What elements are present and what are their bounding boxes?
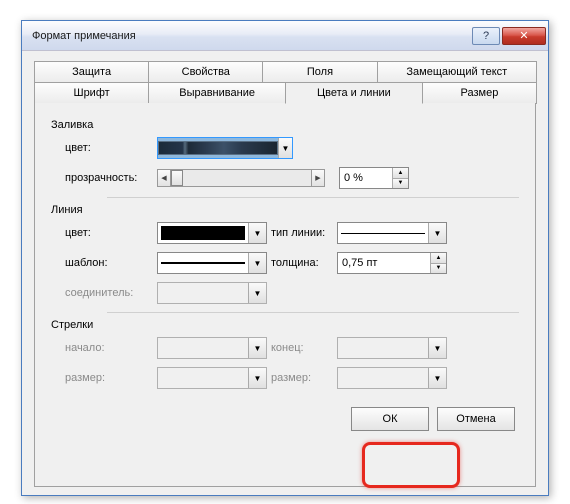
spin-down-icon[interactable]: ▼ bbox=[392, 179, 408, 189]
tab-properties[interactable]: Свойства bbox=[148, 61, 263, 83]
chevron-down-icon: ▼ bbox=[428, 223, 446, 243]
arrows-group-label: Стрелки bbox=[51, 319, 519, 331]
titlebar: Формат примечания ? ✕ bbox=[22, 21, 548, 51]
arrow-end-combo: ▼ bbox=[337, 337, 447, 359]
fill-color-combo[interactable]: ▼ bbox=[157, 137, 293, 159]
chevron-down-icon: ▼ bbox=[248, 338, 266, 358]
line-type-label: тип линии: bbox=[267, 227, 337, 239]
transparency-slider[interactable]: ◀ ▶ bbox=[157, 169, 325, 187]
line-color-label: цвет: bbox=[65, 227, 157, 239]
line-type-combo[interactable]: ▼ bbox=[337, 222, 447, 244]
chevron-down-icon: ▼ bbox=[248, 368, 266, 388]
ok-button[interactable]: ОК bbox=[351, 407, 429, 431]
line-color-swatch bbox=[161, 226, 245, 240]
slider-track[interactable] bbox=[171, 169, 311, 187]
spin-up-icon[interactable]: ▲ bbox=[430, 253, 446, 264]
line-pattern-label: шаблон: bbox=[65, 257, 157, 269]
fill-group-label: Заливка bbox=[51, 119, 519, 131]
fill-transparency-label: прозрачность: bbox=[65, 172, 157, 184]
tab-size[interactable]: Размер bbox=[422, 82, 537, 104]
arrow-begin-label: начало: bbox=[65, 342, 157, 354]
fill-texture-preview bbox=[158, 141, 278, 155]
line-thickness-label: толщина: bbox=[267, 257, 337, 269]
help-button[interactable]: ? bbox=[472, 27, 500, 45]
fill-transparency-row: прозрачность: ◀ ▶ ▲▼ bbox=[51, 167, 519, 189]
chevron-down-icon: ▼ bbox=[248, 253, 266, 273]
slider-thumb[interactable] bbox=[171, 170, 183, 186]
line-color-combo[interactable]: ▼ bbox=[157, 222, 267, 244]
fill-color-label: цвет: bbox=[65, 142, 157, 154]
slider-left-button[interactable]: ◀ bbox=[157, 169, 171, 187]
line-color-row: цвет: ▼ тип линии: ▼ bbox=[51, 222, 519, 244]
arrow-end-label: конец: bbox=[267, 342, 337, 354]
fill-color-swatch bbox=[158, 138, 278, 158]
tabs: Защита Свойства Поля Замещающий текст Шр… bbox=[34, 61, 536, 103]
arrow-size2-combo: ▼ bbox=[337, 367, 447, 389]
transparency-input[interactable] bbox=[340, 168, 392, 188]
dialog-title: Формат примечания bbox=[32, 30, 472, 42]
line-group-label: Линия bbox=[51, 204, 519, 216]
screenshot-area: Формат примечания ? ✕ Защита Свойства По… bbox=[0, 0, 570, 504]
chevron-down-icon: ▼ bbox=[428, 338, 446, 358]
tab-protection[interactable]: Защита bbox=[34, 61, 149, 83]
line-connector-row: соединитель: ▼ bbox=[51, 282, 519, 304]
line-connector-label: соединитель: bbox=[65, 287, 157, 299]
dialog: Формат примечания ? ✕ Защита Свойства По… bbox=[21, 20, 549, 496]
line-type-preview bbox=[341, 233, 425, 234]
transparency-spinner[interactable]: ▲▼ bbox=[339, 167, 409, 189]
arrow-begin-row: начало: ▼ конец: ▼ bbox=[51, 337, 519, 359]
thickness-spinner[interactable]: ▲▼ bbox=[337, 252, 447, 274]
close-button[interactable]: ✕ bbox=[502, 27, 546, 45]
slider-right-button[interactable]: ▶ bbox=[311, 169, 325, 187]
thickness-input[interactable] bbox=[338, 253, 430, 273]
tab-colors-lines[interactable]: Цвета и линии bbox=[285, 82, 423, 104]
tab-panel: Заливка цвет: ▼ прозрачность: ◀ ▶ bbox=[34, 103, 536, 487]
tab-row-1: Защита Свойства Поля Замещающий текст bbox=[34, 61, 536, 82]
divider bbox=[107, 312, 519, 313]
line-pattern-row: шаблон: ▼ толщина: ▲▼ bbox=[51, 252, 519, 274]
line-connector-combo: ▼ bbox=[157, 282, 267, 304]
chevron-down-icon: ▼ bbox=[278, 138, 292, 158]
dialog-body: Защита Свойства Поля Замещающий текст Шр… bbox=[22, 51, 548, 495]
dialog-footer: ОК Отмена bbox=[51, 397, 519, 441]
tab-row-2: Шрифт Выравнивание Цвета и линии Размер bbox=[34, 82, 536, 103]
divider bbox=[107, 197, 519, 198]
close-icon: ✕ bbox=[519, 29, 528, 42]
tab-alignment[interactable]: Выравнивание bbox=[148, 82, 286, 104]
chevron-down-icon: ▼ bbox=[428, 368, 446, 388]
tab-font[interactable]: Шрифт bbox=[34, 82, 149, 104]
chevron-down-icon: ▼ bbox=[248, 283, 266, 303]
tab-margins[interactable]: Поля bbox=[262, 61, 377, 83]
arrow-begin-combo: ▼ bbox=[157, 337, 267, 359]
arrow-size1-combo: ▼ bbox=[157, 367, 267, 389]
arrow-size2-label: размер: bbox=[267, 372, 337, 384]
titlebar-buttons: ? ✕ bbox=[472, 27, 546, 45]
spin-up-icon[interactable]: ▲ bbox=[392, 168, 408, 179]
spin-down-icon[interactable]: ▼ bbox=[430, 264, 446, 274]
arrow-size1-label: размер: bbox=[65, 372, 157, 384]
help-icon: ? bbox=[483, 30, 489, 42]
arrow-size-row: размер: ▼ размер: ▼ bbox=[51, 367, 519, 389]
line-pattern-preview bbox=[161, 262, 245, 264]
chevron-down-icon: ▼ bbox=[248, 223, 266, 243]
tab-alt-text[interactable]: Замещающий текст bbox=[377, 61, 537, 83]
cancel-button[interactable]: Отмена bbox=[437, 407, 515, 431]
line-pattern-combo[interactable]: ▼ bbox=[157, 252, 267, 274]
fill-color-row: цвет: ▼ bbox=[51, 137, 519, 159]
